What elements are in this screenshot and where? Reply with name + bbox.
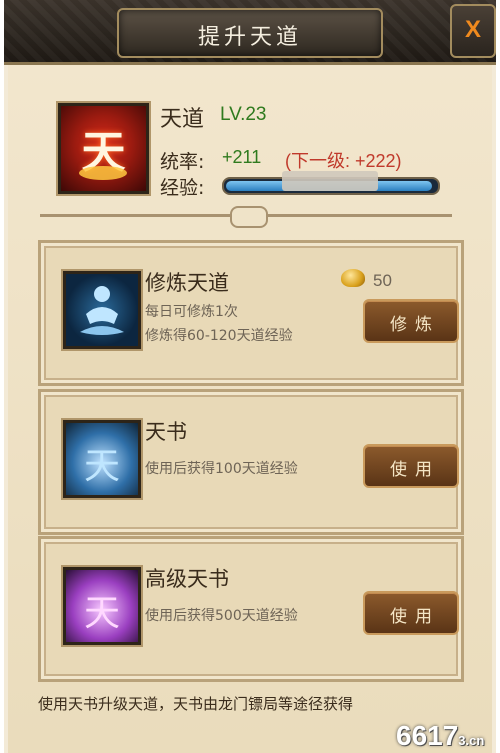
gold-ingot-icon	[341, 269, 365, 287]
book-icon: 天	[63, 420, 141, 498]
advanced-book-icon: 天	[63, 567, 141, 645]
dialog-title: 提升天道	[197, 25, 302, 50]
book-glyph: 天	[83, 593, 120, 634]
watermark-text: 6617	[396, 720, 459, 751]
footer-hint: 使用天书升级天道，天书由龙门镖局等途径获得	[38, 695, 354, 713]
card-title: 修炼天道	[145, 271, 229, 295]
redacted-area	[282, 171, 378, 191]
card-title: 天书	[145, 420, 187, 444]
card-desc: 使用后获得100天道经验	[145, 461, 298, 477]
card-desc: 使用后获得500天道经验	[145, 608, 298, 624]
skill-name: 天道	[160, 107, 205, 132]
close-button[interactable]: X	[450, 4, 496, 58]
title-plate: 提升天道	[117, 8, 383, 58]
book-glyph: 天	[83, 446, 120, 487]
card-advanced-tianshu: 天 高级天书 使用后获得500天道经验 使用	[38, 536, 464, 682]
use-button[interactable]: 使用	[363, 444, 459, 488]
cultivate-button[interactable]: 修炼	[363, 299, 459, 343]
tiandao-icon: 天	[58, 103, 149, 194]
divider-ornament	[230, 206, 268, 228]
command-next-level: (下一级: +222)	[285, 151, 402, 171]
card-title: 高级天书	[145, 567, 229, 591]
title-bar: 提升天道 X	[4, 0, 496, 65]
cost-amount: 50	[373, 271, 392, 290]
close-icon: X	[464, 16, 481, 43]
card-desc: 修炼得60-120天道经验	[145, 328, 293, 344]
button-label: 修炼	[390, 315, 440, 335]
site-watermark: 66173.cn	[396, 720, 484, 752]
flame-base-icon	[79, 166, 127, 180]
watermark-suffix: 3.cn	[458, 733, 485, 748]
button-label: 使用	[390, 607, 440, 627]
card-desc: 每日可修炼1次	[145, 304, 238, 320]
card-tianshu: 天 天书 使用后获得100天道经验 使用	[38, 389, 464, 535]
use-button[interactable]: 使用	[363, 591, 459, 635]
exp-label: 经验:	[160, 177, 205, 199]
command-label: 统率:	[160, 151, 205, 173]
command-value: +211	[222, 147, 262, 167]
button-label: 使用	[390, 460, 440, 480]
card-cultivate: 修炼天道 每日可修炼1次 修炼得60-120天道经验 50 修炼	[38, 240, 464, 386]
skill-level: LV.23	[220, 104, 267, 125]
meditation-icon	[63, 271, 141, 349]
